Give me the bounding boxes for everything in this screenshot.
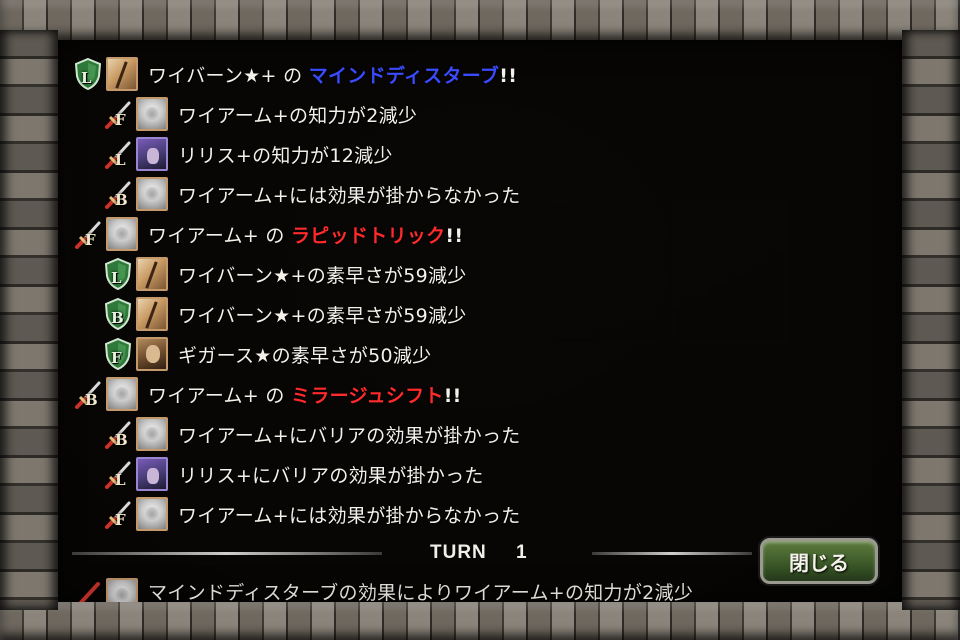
- enemy-sword-icon: F: [72, 217, 104, 251]
- skill-name: ラピッドトリック: [291, 224, 446, 247]
- wyvern-portrait: [136, 257, 168, 291]
- turn-number: 1: [516, 542, 527, 563]
- wyarm-portrait: [136, 417, 168, 451]
- stone-frame-top: [0, 0, 960, 40]
- log-entry-effect: L リリス+にバリアの効果が掛かった: [102, 456, 484, 492]
- battle-log-panel[interactable]: L ワイバーン★+ の マインドディスターブ!! F ワイアーム+の知力が2減少 L リリ…: [52, 38, 908, 602]
- position-letter: B: [115, 431, 128, 449]
- stone-frame-bottom: [0, 602, 960, 640]
- enemy-sword-icon: F: [102, 97, 134, 131]
- log-entry-text: ワイバーン★+ の マインドディスターブ!!: [148, 61, 517, 88]
- log-entry-effect: F ワイアーム+には効果が掛からなかった: [102, 496, 521, 532]
- exclamation: !!: [443, 384, 462, 407]
- position-letter: F: [111, 349, 122, 367]
- wyarm-portrait: [136, 497, 168, 531]
- enemy-sword-icon: F: [102, 497, 134, 531]
- wyarm-portrait: [106, 578, 138, 602]
- ally-shield-icon: B: [102, 297, 134, 331]
- wyarm-portrait: [106, 217, 138, 251]
- turn-divider-line-left: [72, 552, 382, 555]
- log-entry-text: ギガース★の素早さが50減少: [178, 344, 432, 367]
- wyarm-portrait: [136, 97, 168, 131]
- log-entry-text: リリス+にバリアの効果が掛かった: [178, 464, 484, 487]
- wyvern-portrait: [106, 57, 138, 91]
- turn-divider-line-right: [592, 552, 752, 555]
- position-letter: L: [111, 269, 122, 287]
- log-entry-text: ワイアーム+ の ミラージュシフト!!: [148, 381, 462, 408]
- enemy-sword-icon: B: [72, 377, 104, 411]
- position-letter: L: [115, 151, 126, 169]
- log-entry-text: ワイバーン★+の素早さが59減少: [178, 304, 467, 327]
- actor-name: ワイバーン★+ の: [148, 64, 309, 87]
- log-entry-effect: L ワイバーン★+の素早さが59減少: [102, 256, 467, 292]
- log-entry-effect: B ワイアーム+には効果が掛からなかった: [102, 176, 521, 212]
- log-entry-text: ワイアーム+の知力が2減少: [178, 104, 418, 127]
- close-button[interactable]: 閉じる: [760, 538, 878, 584]
- position-letter: F: [85, 231, 96, 249]
- log-entry-action: F ワイアーム+ の ラピッドトリック!!: [72, 216, 463, 252]
- log-entry-effect: B ワイバーン★+の素早さが59減少: [102, 296, 467, 332]
- log-entry-text: リリス+の知力が12減少: [178, 144, 393, 167]
- enemy-sword-icon: [72, 578, 104, 602]
- enemy-sword-icon: L: [102, 137, 134, 171]
- log-entry-action: L ワイバーン★+ の マインドディスターブ!!: [72, 56, 517, 92]
- log-entry-text: ワイアーム+には効果が掛からなかった: [178, 504, 521, 527]
- log-entry-text: ワイアーム+ の ラピッドトリック!!: [148, 221, 463, 248]
- position-letter: L: [115, 471, 126, 489]
- skill-name: ミラージュシフト: [291, 384, 444, 407]
- log-entry-text: ワイバーン★+の素早さが59減少: [178, 264, 467, 287]
- log-entry-effect: L リリス+の知力が12減少: [102, 136, 393, 172]
- skill-name: マインドディスターブ: [308, 64, 500, 87]
- position-letter: B: [85, 391, 98, 409]
- log-entry-effect: F ギガース★の素早さが50減少: [102, 336, 431, 372]
- ally-shield-icon: L: [72, 57, 104, 91]
- gigars-portrait: [136, 337, 168, 371]
- position-letter: L: [81, 69, 92, 87]
- position-letter: F: [115, 511, 126, 529]
- actor-name: ワイアーム+ の: [148, 224, 291, 247]
- wyarm-portrait: [136, 177, 168, 211]
- position-letter: B: [115, 191, 128, 209]
- ally-shield-icon: F: [102, 337, 134, 371]
- log-entry-text: マインドディスターブの効果によりワイアーム+の知力が2減少: [148, 582, 694, 602]
- log-entry-partial: マインドディスターブの効果によりワイアーム+の知力が2減少: [72, 578, 693, 602]
- ally-shield-icon: L: [102, 257, 134, 291]
- exclamation: !!: [445, 224, 464, 247]
- position-letter: F: [115, 111, 126, 129]
- exclamation: !!: [499, 64, 518, 87]
- wyvern-portrait: [136, 297, 168, 331]
- enemy-sword-icon: B: [102, 417, 134, 451]
- stone-frame-right: [902, 30, 960, 610]
- stone-frame-left: [0, 30, 58, 610]
- log-entry-effect: F ワイアーム+の知力が2減少: [102, 96, 417, 132]
- log-entry-effect: B ワイアーム+にバリアの効果が掛かった: [102, 416, 521, 452]
- lilith-portrait: [136, 137, 168, 171]
- enemy-sword-icon: L: [102, 457, 134, 491]
- actor-name: ワイアーム+ の: [148, 384, 291, 407]
- log-entry-text: ワイアーム+にバリアの効果が掛かった: [178, 424, 521, 447]
- log-entry-action: B ワイアーム+ の ミラージュシフト!!: [72, 376, 462, 412]
- log-entry-text: ワイアーム+には効果が掛からなかった: [178, 184, 521, 207]
- position-letter: B: [111, 309, 124, 327]
- wyarm-portrait: [106, 377, 138, 411]
- lilith-portrait: [136, 457, 168, 491]
- enemy-sword-icon: B: [102, 177, 134, 211]
- turn-label: TURN: [430, 542, 487, 563]
